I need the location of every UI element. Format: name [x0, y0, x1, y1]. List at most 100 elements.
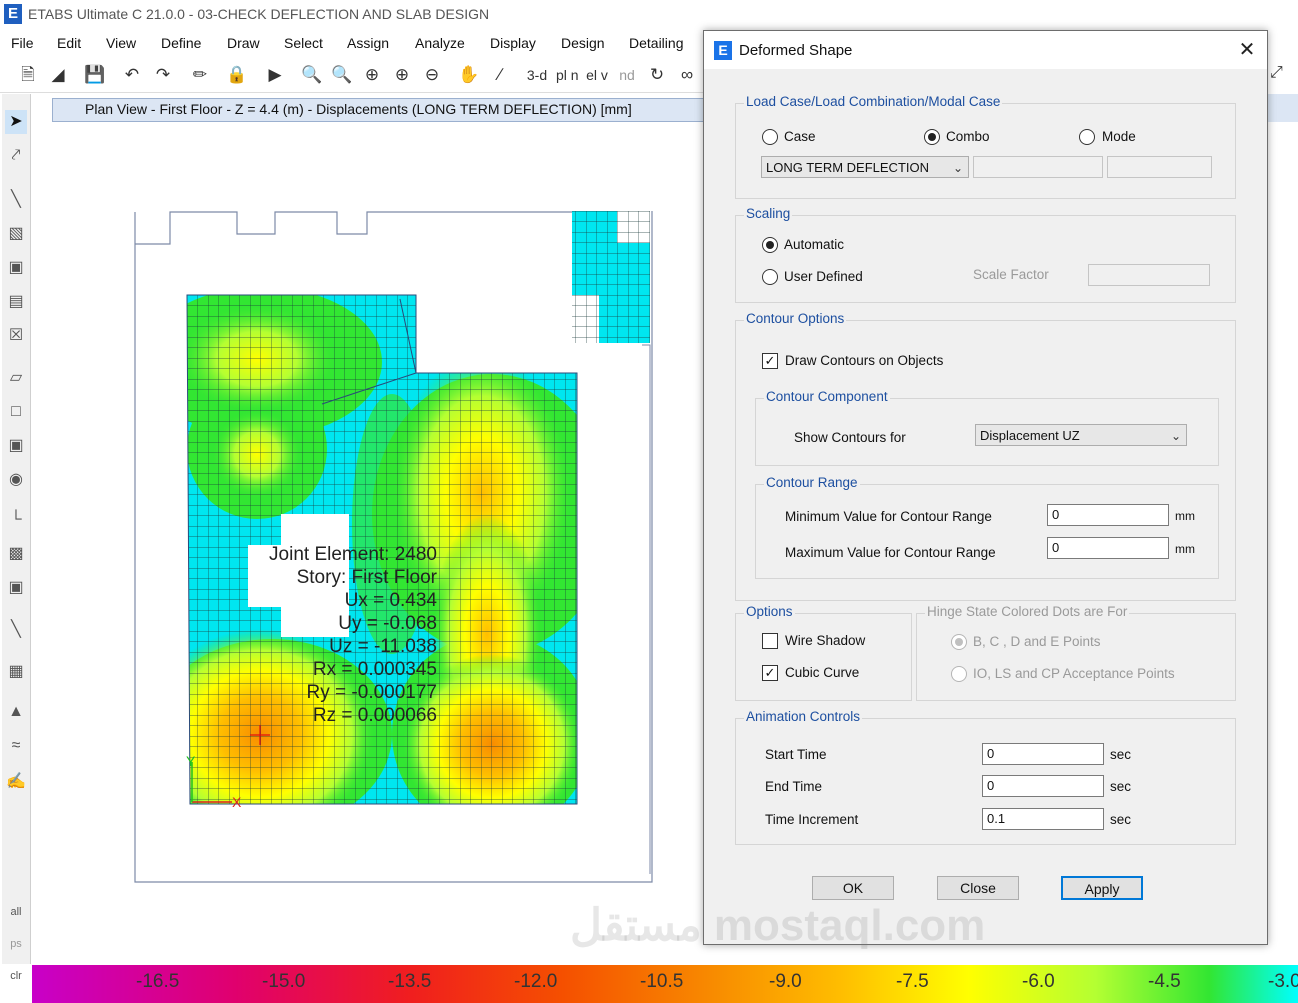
save-icon[interactable]: 💾 [84, 64, 106, 86]
draw-column-icon[interactable]: ▣ [5, 256, 27, 280]
menu-draw[interactable]: Draw [227, 35, 260, 51]
scale-label: -10.5 [640, 971, 684, 992]
wire-shadow-checkbox[interactable] [762, 633, 778, 649]
zoom-fit-icon[interactable]: 🔍 [331, 64, 353, 86]
dialog-titlebar[interactable]: E Deformed Shape ✕ [704, 31, 1267, 69]
min-contour-field[interactable]: 0 [1047, 504, 1169, 526]
menu-design[interactable]: Design [561, 35, 605, 51]
draw-beam-icon[interactable]: ▤ [5, 290, 27, 314]
user-defined-radio[interactable] [762, 269, 778, 285]
draw-grid-system-icon[interactable]: ╲ [5, 618, 27, 642]
draw-wall-icon[interactable]: ◉ [5, 468, 27, 492]
load-case-group-label: Load Case/Load Combination/Modal Case [744, 94, 1003, 109]
scale-label: -3.0 [1268, 971, 1298, 992]
zoom-in-step-icon[interactable]: ⊕ [391, 64, 413, 86]
etabs-logo-icon: E [4, 4, 22, 24]
scale-label: -9.0 [769, 971, 802, 992]
apply-button[interactable]: Apply [1061, 876, 1143, 900]
contour-component-group-label: Contour Component [764, 389, 890, 404]
run-icon[interactable]: ▶ [264, 64, 286, 86]
plan-view-canvas[interactable]: X Y Joint Element: 2480 Story: First Flo… [32, 94, 704, 964]
pan-icon[interactable]: ✋ [458, 64, 480, 86]
draw-link-icon[interactable]: ▩ [5, 542, 27, 566]
redo-icon[interactable]: ↷ [152, 64, 174, 86]
case-radio[interactable] [762, 129, 778, 145]
menu-select[interactable]: Select [284, 35, 323, 51]
draw-tendon-icon[interactable]: ▣ [5, 576, 27, 600]
menu-define[interactable]: Define [161, 35, 201, 51]
menu-edit[interactable]: Edit [57, 35, 81, 51]
draw-rect-icon[interactable]: □ [5, 400, 27, 424]
glasses-icon[interactable]: ∞ [676, 64, 698, 86]
draw-grid-icon[interactable]: ☒ [5, 324, 27, 348]
zoom-window-icon[interactable]: 🔍 [301, 64, 323, 86]
rubber-band-icon[interactable]: ∕ [489, 64, 511, 86]
view-nd-button[interactable]: nd [616, 64, 638, 86]
undo-icon[interactable]: ↶ [121, 64, 143, 86]
cubic-curve-checkbox[interactable]: ✓ [762, 665, 778, 681]
new-file-icon[interactable]: 🗎 [17, 64, 39, 86]
view-title: Plan View - First Floor - Z = 4.4 (m) - … [85, 101, 632, 117]
end-time-field[interactable]: 0 [982, 775, 1104, 797]
chevron-down-icon: ⌄ [1170, 429, 1181, 443]
pencil-icon[interactable]: ✏ [189, 64, 211, 86]
view-title-bar-right [1266, 94, 1298, 122]
color-scale-bar: -16.5 -15.0 -13.5 -12.0 -10.5 -9.0 -7.5 … [32, 965, 1298, 1003]
max-contour-field[interactable]: 0 [1047, 537, 1169, 559]
watermark: مستقل mostaql.com [570, 901, 986, 950]
lock-icon[interactable]: 🔒 [226, 64, 248, 86]
ok-button[interactable]: OK [812, 876, 894, 900]
select-previous-button[interactable]: ps [5, 932, 27, 956]
pointer-icon[interactable]: ➤ [5, 110, 27, 134]
menu-display[interactable]: Display [490, 35, 536, 51]
view-elevation-button[interactable]: el v [586, 64, 608, 86]
start-time-field[interactable]: 0 [982, 743, 1104, 765]
draw-dimension-icon[interactable]: ▦ [5, 660, 27, 684]
expand-icon[interactable]: ⤢ [1270, 64, 1283, 82]
open-folder-icon[interactable]: ◢ [47, 64, 69, 86]
mode-radio[interactable] [1079, 129, 1095, 145]
menu-detailing[interactable]: Detailing [629, 35, 683, 51]
left-draw-toolbar: ➤ ⤤ ╲ ▧ ▣ ▤ ☒ ▱ □ ▣ ◉ └ ▩ ▣ ╲ ▦ ▲ ≈ ✍ al… [2, 94, 31, 982]
scale-label: -6.0 [1022, 971, 1055, 992]
menu-view[interactable]: View [106, 35, 136, 51]
joint-ux-value: Ux = 0.434 [345, 590, 438, 611]
time-increment-field[interactable]: 0.1 [982, 808, 1104, 830]
clear-selection-button[interactable]: clr [5, 964, 27, 988]
chevron-down-icon: ⌄ [952, 161, 963, 175]
etabs-dialog-icon: E [714, 41, 732, 60]
contour-component-select[interactable]: Displacement UZ ⌄ [975, 424, 1187, 446]
draw-line-icon[interactable]: ╲ [5, 188, 27, 212]
draw-contours-checkbox[interactable]: ✓ [762, 353, 778, 369]
automatic-radio[interactable] [762, 237, 778, 253]
load-combo-select[interactable]: LONG TERM DEFLECTION ⌄ [761, 156, 969, 178]
mode-from-field [973, 156, 1103, 178]
combo-radio[interactable] [924, 129, 940, 145]
draw-opening-icon[interactable]: ▣ [5, 434, 27, 458]
draw-brace-icon[interactable]: ▧ [5, 222, 27, 246]
scaling-group: Scaling Automatic User Defined Scale Fac… [735, 206, 1236, 303]
menu-analyze[interactable]: Analyze [415, 35, 465, 51]
draw-reference-icon[interactable]: ≈ [5, 734, 27, 758]
draw-section-icon[interactable]: ✍ [5, 770, 27, 794]
quick-wall-icon[interactable]: └ [5, 508, 27, 532]
reshape-icon[interactable]: ⤤ [5, 144, 27, 168]
close-icon[interactable]: ✕ [1234, 37, 1260, 63]
menu-file[interactable]: File [11, 35, 34, 51]
select-all-button[interactable]: all [5, 900, 27, 924]
zoom-out-icon[interactable]: ⊖ [421, 64, 443, 86]
view-plan-button[interactable]: pl n [556, 64, 579, 86]
contour-range-group-label: Contour Range [764, 475, 860, 490]
view-title-bar[interactable]: Plan View - First Floor - Z = 4.4 (m) - … [52, 98, 706, 122]
max-contour-label: Maximum Value for Contour Range [785, 545, 996, 560]
draw-floor-icon[interactable]: ▱ [5, 366, 27, 390]
wire-shadow-label: Wire Shadow [785, 633, 866, 648]
close-button[interactable]: Close [937, 876, 1019, 900]
zoom-in-icon[interactable]: ⊕ [361, 64, 383, 86]
end-time-unit: sec [1110, 779, 1132, 794]
draw-spring-icon[interactable]: ▲ [5, 700, 27, 724]
contour-component-value: Displacement UZ [980, 428, 1080, 443]
rotate-icon[interactable]: ↻ [646, 64, 668, 86]
view-3d-button[interactable]: 3-d [526, 64, 548, 86]
menu-assign[interactable]: Assign [347, 35, 389, 51]
